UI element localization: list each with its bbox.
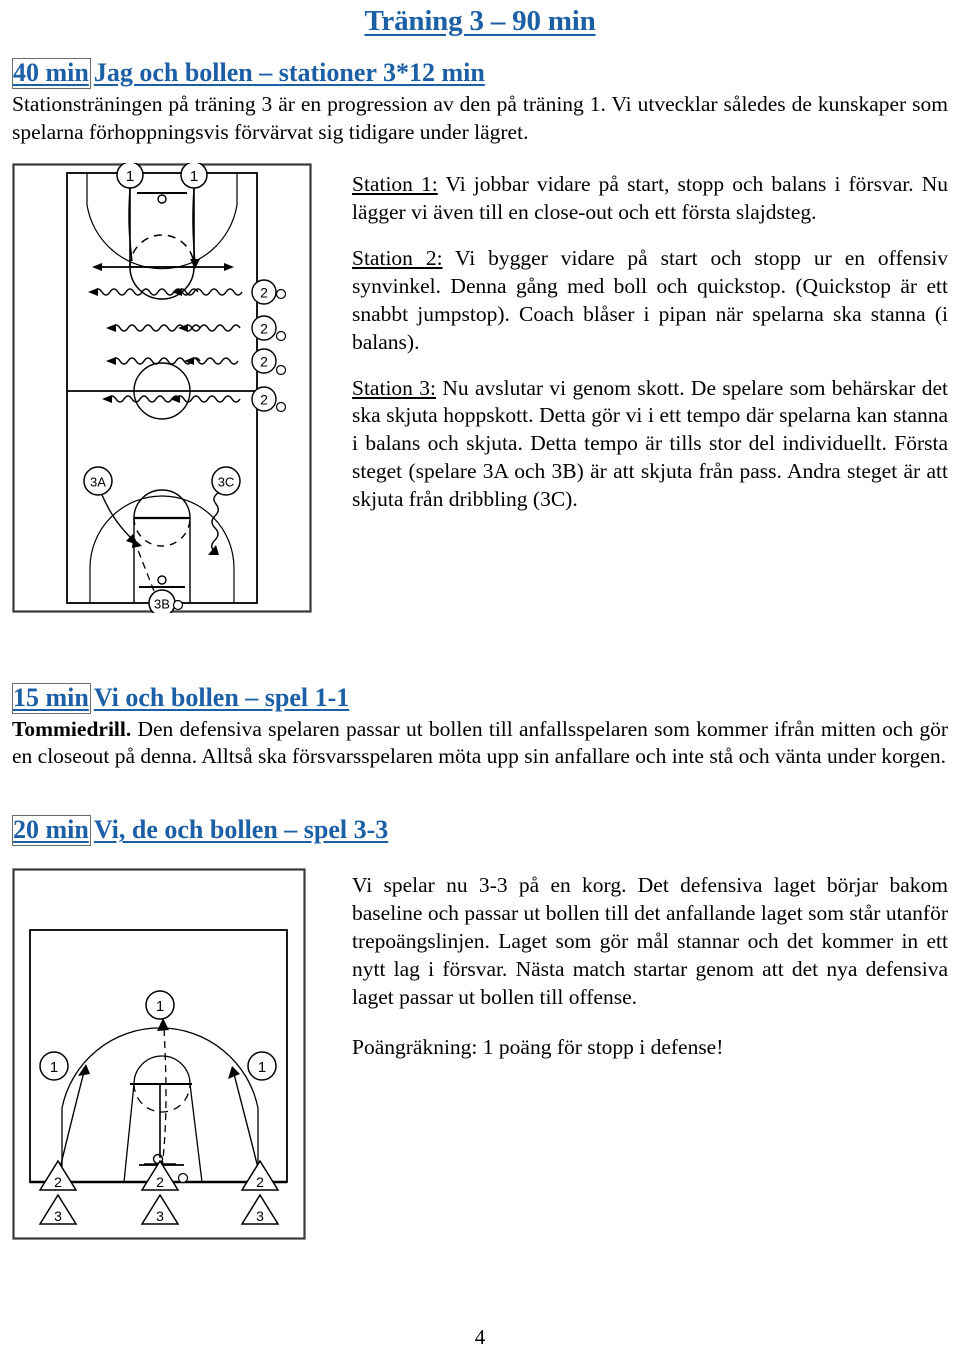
section-heading-spel-3-3: 20 min Vi, de och bollen – spel 3-3 [12, 815, 948, 846]
section-spel-3-3: 20 min Vi, de och bollen – spel 3-3 [12, 815, 948, 846]
svg-text:3B: 3B [154, 596, 170, 611]
offense-marker-left: 1 [39, 1051, 69, 1081]
station-3-paragraph: Station 3: Nu avslutar vi genom skott. D… [352, 375, 948, 515]
spel-3-3-scoring: Poängräkning: 1 poäng för stopp i defens… [352, 1034, 724, 1059]
offense-marker-right: 1 [247, 1051, 277, 1081]
station-1-paragraph: Station 1: Vi jobbar vidare på start, st… [352, 171, 948, 227]
duration-badge-20min: 20 min [12, 815, 91, 846]
section-heading-label-stationer: Jag och bollen – stationer 3*12 min [93, 58, 485, 88]
station-3-body: Nu avslutar vi genom skott. De spelare s… [352, 375, 948, 512]
section-stationer: 40 min Jag och bollen – stationer 3*12 mi… [12, 58, 948, 146]
section-spel-1-1: 15 min Vi och bollen – spel 1-1 Tommiedri… [12, 682, 948, 772]
spel-1-1-lead: Tommiedrill. [12, 716, 132, 741]
section-heading-spel-1-1: 15 min Vi och bollen – spel 1-1 [12, 682, 948, 714]
svg-text:1: 1 [258, 1059, 266, 1076]
player-marker-1-right: 1 [180, 162, 208, 189]
station-1-body: Vi jobbar vidare på start, stopp och bal… [352, 171, 948, 224]
stations-content-row: 1 1 2 2 2 2 3A 3C 3B Station 1: Vi jobba… [12, 162, 948, 613]
section-heading-label-spel-1-1: Vi och bollen – spel 1-1 [93, 682, 350, 712]
svg-text:3A: 3A [90, 474, 106, 489]
player-marker-3A: 3A [83, 466, 113, 496]
svg-text:3: 3 [156, 1208, 164, 1224]
svg-text:2: 2 [260, 284, 268, 300]
spel-3-3-content-row: 1 1 1 2 2 2 3 3 3 Vi spelar nu 3-3 på en… [12, 868, 948, 1240]
svg-text:2: 2 [256, 1174, 264, 1190]
stations-text-column: Station 1: Vi jobbar vidare på start, st… [312, 163, 948, 514]
svg-text:2: 2 [260, 320, 268, 336]
offense-marker-top: 1 [145, 990, 175, 1020]
station-1-lead: Station 1: [352, 171, 438, 196]
document-page: Träning 3 – 90 min 40 min Jag och bollen … [0, 6, 960, 1364]
svg-text:2: 2 [156, 1174, 164, 1190]
spel-3-3-text-column: Vi spelar nu 3-3 på en korg. Det defensi… [312, 868, 948, 1062]
svg-text:2: 2 [260, 391, 268, 407]
spel-1-1-body: Den defensiva spelaren passar ut bollen … [12, 716, 948, 769]
half-court-3on3-diagram: 1 1 1 2 2 2 3 3 3 [12, 868, 312, 1240]
station-2-paragraph: Station 2: Vi bygger vidare på start och… [352, 245, 948, 357]
svg-text:1: 1 [156, 998, 164, 1015]
station-2-lead: Station 2: [352, 245, 443, 270]
duration-badge-40min: 40 min [12, 58, 91, 90]
section-heading-label-spel-3-3: Vi, de och bollen – spel 3-3 [93, 815, 389, 845]
full-court-stations-diagram: 1 1 2 2 2 2 3A 3C 3B [12, 162, 312, 613]
svg-text:1: 1 [50, 1059, 58, 1076]
player-marker-3C: 3C [211, 466, 241, 496]
station-3-lead: Station 3: [352, 375, 437, 400]
svg-text:1: 1 [126, 168, 134, 185]
page-number: 4 [474, 1325, 486, 1349]
spel-1-1-paragraph: Tommiedrill. Den defensiva spelaren pass… [12, 716, 948, 772]
section-heading-stationer: 40 min Jag och bollen – stationer 3*12 mi… [12, 58, 948, 90]
svg-text:3: 3 [54, 1208, 62, 1224]
svg-text:3: 3 [256, 1208, 264, 1224]
svg-text:2: 2 [260, 353, 268, 369]
player-marker-1-left: 1 [116, 162, 144, 189]
svg-text:1: 1 [190, 168, 198, 185]
spel-3-3-paragraph-1: Vi spelar nu 3-3 på en korg. Det defensi… [352, 872, 948, 1009]
section-intro-stationer: Stationsträningen på träning 3 är en pro… [12, 92, 948, 144]
duration-badge-15min: 15 min [12, 682, 91, 714]
svg-text:2: 2 [54, 1174, 62, 1190]
page-title: Träning 3 – 90 min [364, 5, 596, 37]
svg-text:3C: 3C [218, 474, 235, 489]
